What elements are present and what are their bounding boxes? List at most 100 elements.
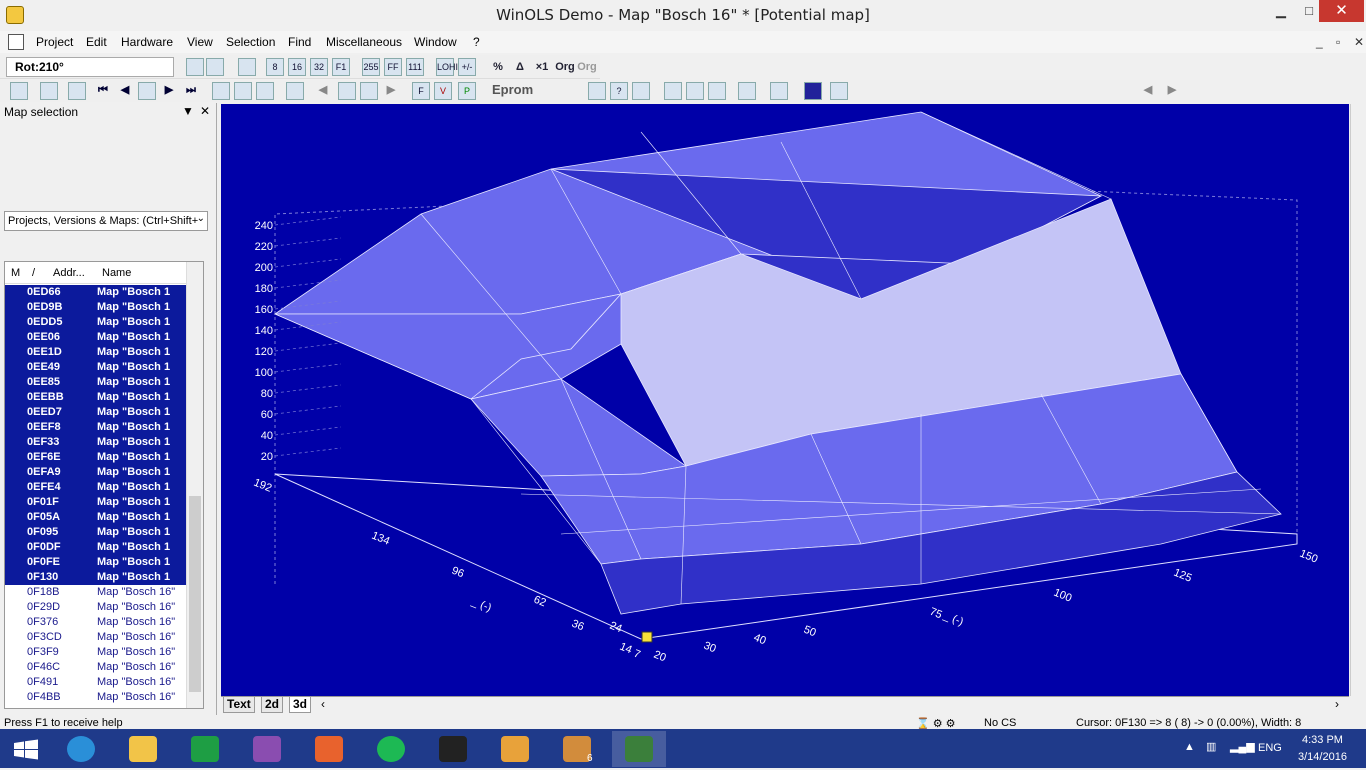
menu-project[interactable]: Project (36, 35, 73, 49)
list-item[interactable]: 0EEBB Map "Bosch 1 (5, 390, 187, 405)
list-item[interactable]: 0F3CD Map "Bosch 16" (5, 630, 187, 645)
list-item[interactable]: 0EE85 Map "Bosch 1 (5, 375, 187, 390)
layout-icon[interactable] (770, 82, 788, 100)
hex-table-icon[interactable] (238, 58, 256, 76)
clock-time[interactable]: 4:33 PM (1302, 734, 1343, 746)
table-icon[interactable] (138, 82, 156, 100)
tray-up-icon[interactable]: ▲ (1184, 741, 1195, 753)
scroll-right-icon[interactable]: › (1335, 697, 1339, 711)
difference-button[interactable]: Δ (510, 58, 530, 76)
print-icon[interactable] (256, 82, 274, 100)
list-item[interactable]: 0EED7 Map "Bosch 1 (5, 405, 187, 420)
list-item[interactable]: 0EF6E Map "Bosch 1 (5, 450, 187, 465)
project-icon[interactable] (10, 82, 28, 100)
compare-icon[interactable] (738, 82, 756, 100)
chip-icon[interactable] (664, 82, 682, 100)
list-item[interactable]: 0F01F Map "Bosch 1 (5, 495, 187, 510)
map-3d-view[interactable]: 20 40 60 80 100 120 140 160 180 200 220 240 7 14 24 36 6… (221, 104, 1349, 696)
menu-miscellaneous[interactable]: Miscellaneous (326, 35, 402, 49)
mdi-restore-button[interactable]: ▫ (1336, 35, 1340, 49)
list-item[interactable]: 0F18B Map "Bosch 16" (5, 585, 187, 600)
map-list-scrollbar[interactable] (186, 262, 203, 708)
list-item[interactable]: 0EEF8 Map "Bosch 1 (5, 420, 187, 435)
hex-button[interactable]: FF (384, 58, 402, 76)
binary-button[interactable]: 111 (406, 58, 424, 76)
columns-icon[interactable] (830, 82, 848, 100)
p-icon[interactable]: P (458, 82, 476, 100)
col-name[interactable]: Name (102, 267, 131, 279)
taskbar-explorer[interactable] (116, 731, 170, 767)
percent-button[interactable]: % (488, 58, 508, 76)
list-item[interactable]: 0F46C Map "Bosch 16" (5, 660, 187, 675)
menu-selection[interactable]: Selection (226, 35, 275, 49)
surface-chart[interactable]: 2040608010012014016018020022024071424366… (221, 104, 1349, 696)
find-icon[interactable] (234, 82, 252, 100)
eprom-selector[interactable]: Eprom (488, 82, 584, 100)
list-item[interactable]: 0F29D Map "Bosch 16" (5, 600, 187, 615)
list-item[interactable]: 0EFE4 Map "Bosch 1 (5, 480, 187, 495)
map-list[interactable]: M / Addr... Name 0ED66 Map "Bosch 1 0ED9B M… (4, 261, 204, 709)
last-icon[interactable]: ⏭ (182, 81, 200, 99)
list-item[interactable]: 0F4BB Map "Bosch 16" (5, 690, 187, 705)
list-item[interactable]: 0EE06 Map "Bosch 1 (5, 330, 187, 345)
list-item[interactable]: 0EE49 Map "Bosch 1 (5, 360, 187, 375)
menu-edit[interactable]: Edit (86, 35, 107, 49)
list-item[interactable]: 0F376 Map "Bosch 16" (5, 615, 187, 630)
menu-hardware[interactable]: Hardware (121, 35, 173, 49)
list-item[interactable]: 0F130 Map "Bosch 1 (5, 570, 187, 585)
scroll-left-icon[interactable]: ‹ (321, 697, 325, 711)
vertical-scrollbar[interactable] (1350, 104, 1366, 696)
v-icon[interactable]: V (434, 82, 452, 100)
taskbar-winols[interactable] (612, 731, 666, 767)
first-icon[interactable]: ⏮ (94, 81, 112, 99)
bit8-button[interactable]: 8 (266, 58, 284, 76)
list-item[interactable]: 0EE1D Map "Bosch 1 (5, 345, 187, 360)
open-map-icon[interactable] (40, 82, 58, 100)
mdi-minimize-button[interactable]: _ (1316, 35, 1323, 49)
home-icon[interactable] (360, 82, 378, 100)
factor-button[interactable]: ×1 (532, 58, 552, 76)
document-icon[interactable] (8, 34, 24, 50)
menu-help[interactable]: ? (473, 35, 480, 49)
start-button[interactable] (0, 731, 54, 767)
list-item[interactable]: 0ED9B Map "Bosch 1 (5, 300, 187, 315)
menu-window[interactable]: Window (414, 35, 457, 49)
list-item[interactable]: 0EF33 Map "Bosch 1 (5, 435, 187, 450)
chip3-icon[interactable] (708, 82, 726, 100)
taskbar-reader[interactable] (488, 731, 542, 767)
minimize-button[interactable]: ▁ (1266, 0, 1296, 22)
cursor-marker[interactable] (641, 631, 653, 643)
decimal-button[interactable]: 255 (362, 58, 380, 76)
taskbar-amazon[interactable] (426, 731, 480, 767)
list-item[interactable]: 0F05A Map "Bosch 1 (5, 510, 187, 525)
context-help-icon[interactable] (632, 82, 650, 100)
signal-icon[interactable]: ▂▄▆ (1230, 740, 1255, 753)
list-item[interactable]: 0F095 Map "Bosch 1 (5, 525, 187, 540)
previous-icon[interactable]: ◀ (116, 81, 134, 99)
col-m[interactable]: M (11, 267, 20, 279)
tab-2d[interactable]: 2d (261, 697, 284, 713)
chevron-down-icon[interactable]: ▼ (182, 104, 194, 118)
menu-view[interactable]: View (187, 35, 213, 49)
scroll-left-icon[interactable]: ◀ (1140, 81, 1156, 99)
scrollbar-thumb[interactable] (189, 496, 201, 692)
close-button[interactable]: ✕ (1319, 0, 1364, 22)
original-button[interactable]: Org (554, 58, 576, 76)
list-item[interactable]: 0EDD5 Map "Bosch 1 (5, 315, 187, 330)
menu-find[interactable]: Find (288, 35, 311, 49)
view-columns-icon[interactable] (206, 58, 224, 76)
color-icon[interactable] (804, 82, 822, 100)
bit32-button[interactable]: 32 (310, 58, 328, 76)
taskbar-spotify[interactable] (364, 731, 418, 767)
copy-icon[interactable] (68, 82, 86, 100)
network-icon[interactable]: ▥ (1206, 740, 1216, 753)
list-item[interactable]: 0ED66 Map "Bosch 1 (5, 285, 187, 300)
rotation-field[interactable]: Rot:210° (6, 57, 174, 77)
float-button[interactable]: F1 (332, 58, 350, 76)
tool-icon[interactable] (286, 82, 304, 100)
language-indicator[interactable]: ENG (1258, 742, 1282, 754)
list-icon[interactable] (212, 82, 230, 100)
search-icon[interactable] (588, 82, 606, 100)
clock-date[interactable]: 3/14/2016 (1298, 751, 1347, 763)
list-item[interactable]: 0F0DF Map "Bosch 1 (5, 540, 187, 555)
